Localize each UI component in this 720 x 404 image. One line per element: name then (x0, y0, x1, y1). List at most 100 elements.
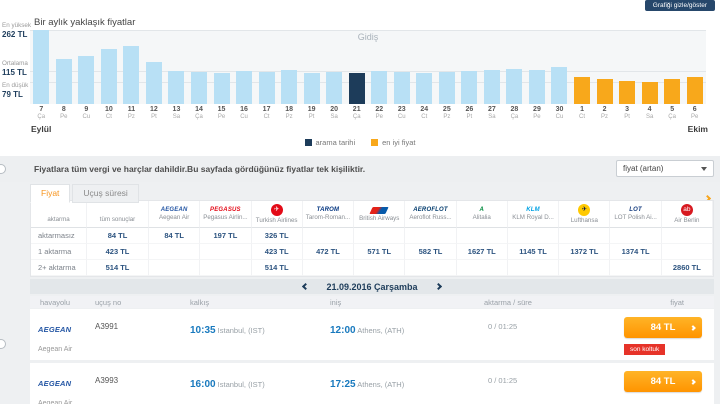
price-bar-day-2[interactable] (593, 79, 616, 104)
matrix-price-cell (149, 244, 200, 260)
stat-average-label: Ortalama (2, 60, 32, 68)
price-bar-day-17[interactable] (255, 72, 278, 104)
matrix-price-cell[interactable]: 1627 TL (457, 244, 508, 260)
price-bar-day-14[interactable] (188, 72, 211, 104)
matrix-price-cell[interactable]: 514 TL (252, 260, 303, 276)
price-bar-day-3[interactable] (616, 81, 639, 104)
price-bar-day-10[interactable] (98, 49, 121, 104)
price-bar-day-13[interactable] (165, 71, 188, 104)
tab-price[interactable]: Fiyat (30, 184, 70, 203)
matrix-price-cell (149, 260, 200, 276)
monthly-price-chart-panel: Bir aylık yaklaşık fiyatlar En yüksek 26… (0, 14, 720, 156)
price-label: 84 TL (651, 376, 676, 387)
price-bar-day-20[interactable] (323, 72, 346, 104)
flight-price-cell: 84 TL (620, 363, 714, 404)
price-bar-day-25[interactable] (436, 72, 459, 104)
matrix-column-header-11: LOTLOT Polish Ai... (610, 201, 661, 228)
flight-list-header: havayolu uçuş no kalkış iniş aktarma / s… (30, 296, 714, 308)
price-bar-day-16[interactable] (233, 71, 256, 104)
matrix-column-label: British Airways (359, 215, 399, 222)
matrix-column-label: KLM Royal D... (512, 214, 554, 221)
bar (259, 72, 275, 104)
matrix-column-header-1: tüm sonuçlar (87, 201, 149, 228)
price-bar-day-5[interactable] (661, 79, 684, 104)
matrix-column-header-4: ✈Turkish Airlines (252, 201, 303, 228)
select-flight-price-button[interactable]: 84 TL (624, 371, 702, 392)
matrix-price-cell[interactable]: 423 TL (252, 244, 303, 260)
price-bar-day-28[interactable] (503, 69, 526, 104)
bar (394, 72, 410, 104)
matrix-price-cell[interactable]: 582 TL (405, 244, 456, 260)
matrix-column-label: Turkish Airlines (256, 217, 298, 224)
axis-label-day-7: 7Ça (30, 106, 53, 121)
stat-lowest-value: 79 TL (2, 90, 32, 100)
price-bar-day-21[interactable] (345, 73, 368, 104)
select-flight-price-button[interactable]: 84 TL (624, 317, 702, 338)
previous-day-button[interactable] (303, 284, 308, 289)
price-bar-day-11[interactable] (120, 46, 143, 104)
left-edge-radio-2[interactable] (0, 339, 6, 349)
matrix-price-cell[interactable]: 84 TL (149, 228, 200, 244)
bar (484, 70, 500, 104)
price-bar-day-22[interactable] (368, 71, 391, 104)
price-bar-day-23[interactable] (391, 72, 414, 104)
stat-average: Ortalama 115 TL (2, 60, 32, 78)
price-bar-day-8[interactable] (53, 59, 76, 104)
matrix-price-cell (508, 260, 559, 276)
price-bar-day-19[interactable] (300, 73, 323, 104)
toggle-chart-button[interactable]: Grafiği gizle/göster (645, 0, 715, 11)
price-bar-day-27[interactable] (481, 70, 504, 104)
price-bar-day-29[interactable] (526, 70, 549, 104)
matrix-price-cell[interactable]: 423 TL (87, 244, 149, 260)
stops-duration: 0 / 01:25 (470, 363, 620, 404)
price-bar-day-15[interactable] (210, 73, 233, 104)
flight-search-results-page: Grafiği gizle/göster Bir aylık yaklaşık … (0, 0, 720, 404)
matrix-price-cell (610, 260, 661, 276)
axis-label-day-22: 22Pe (368, 106, 391, 121)
column-departure: kalkış (190, 298, 330, 307)
matrix-price-cell[interactable]: 1374 TL (610, 244, 661, 260)
matrix-price-cell[interactable]: 514 TL (87, 260, 149, 276)
pegasus-logo-icon: PEGASUS (210, 207, 241, 213)
price-bar-day-9[interactable] (75, 56, 98, 104)
price-bar-day-4[interactable] (638, 82, 661, 104)
price-bar-day-26[interactable] (458, 71, 481, 104)
next-day-button[interactable] (436, 284, 441, 289)
matrix-price-cell[interactable]: 326 TL (252, 228, 303, 244)
airline-logo-icon: ✈ (271, 204, 283, 216)
price-bar-day-18[interactable] (278, 70, 301, 104)
price-bar-day-1[interactable] (571, 77, 594, 104)
airline-logo-icon: ab (681, 204, 693, 216)
matrix-price-cell[interactable]: 2860 TL (662, 260, 713, 276)
chart-axis-labels: 7Ça8Pe9Cu10Ct11Pz12Pt13Sa14Ça15Pe16Cu17C… (30, 106, 706, 121)
stat-highest-value: 262 TL (2, 30, 32, 40)
price-bar-day-12[interactable] (143, 62, 166, 104)
matrix-column-label: Aeroflot Russ... (409, 214, 451, 221)
axis-label-day-27: 27Sa (481, 106, 504, 121)
legend-best-price-label: en iyi fiyat (382, 138, 415, 147)
matrix-price-cell[interactable]: 472 TL (303, 244, 354, 260)
price-bar-day-7[interactable] (30, 30, 53, 104)
axis-label-day-26: 26Pt (458, 106, 481, 121)
matrix-price-cell[interactable]: 1145 TL (508, 244, 559, 260)
axis-label-day-6: 6Pe (683, 106, 706, 121)
matrix-row-2: 2+ aktarma514 TL514 TL2860 TL (31, 260, 713, 276)
bar (371, 71, 387, 104)
price-bar-day-30[interactable] (548, 67, 571, 104)
price-bar-day-6[interactable] (683, 77, 706, 104)
axis-label-day-11: 11Pz (120, 106, 143, 121)
axis-label-day-1: 1Ct (571, 106, 594, 121)
matrix-price-cell[interactable]: 197 TL (200, 228, 251, 244)
matrix-price-cell[interactable]: 1372 TL (559, 244, 610, 260)
matrix-column-label: Tarom-Roman... (306, 214, 350, 221)
sort-dropdown[interactable]: fiyat (artan) (616, 160, 714, 177)
price-matrix-table: aktarmatüm sonuçlarAEGEANAegean AirPEGAS… (30, 200, 714, 277)
matrix-column-label: Lufthansa (571, 217, 598, 224)
matrix-price-cell[interactable]: 84 TL (87, 228, 149, 244)
aegean-logo-icon: AEGEAN (38, 325, 71, 334)
bar (56, 59, 72, 104)
price-bar-day-24[interactable] (413, 73, 436, 104)
tab-flight-duration[interactable]: Uçuş süresi (72, 184, 138, 203)
price-label: 84 TL (651, 322, 676, 333)
matrix-price-cell[interactable]: 571 TL (354, 244, 405, 260)
